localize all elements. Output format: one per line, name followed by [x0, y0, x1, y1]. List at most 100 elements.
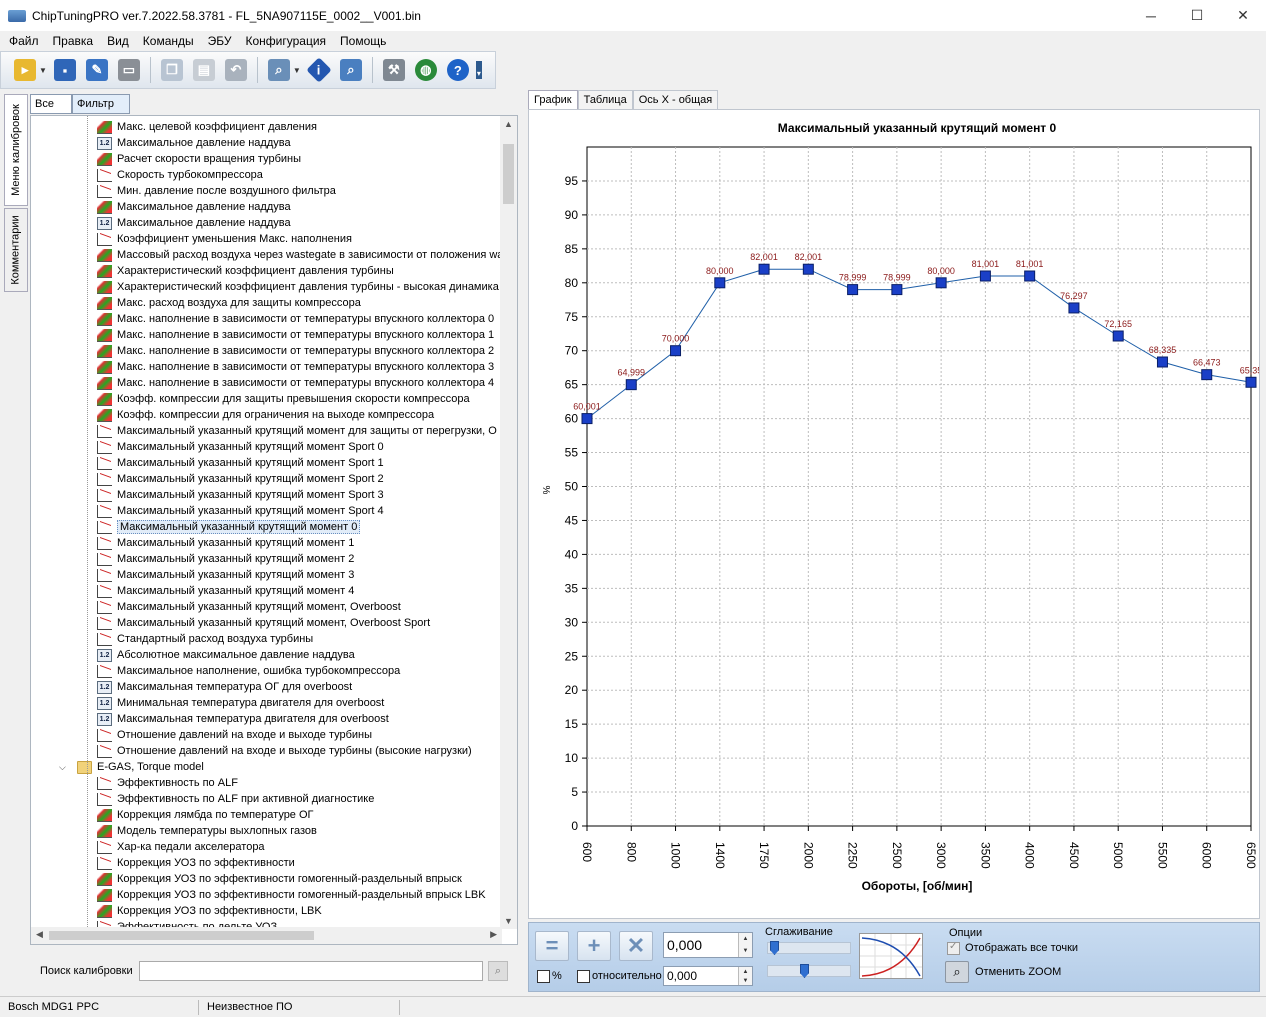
tree-item[interactable]: Максимальный указанный крутящий момент S…	[97, 471, 384, 487]
tree-horizontal-scrollbar[interactable]: ◀ ▶	[31, 927, 502, 944]
collapse-icon[interactable]: ⌵	[59, 762, 66, 773]
tree-item[interactable]: Характеристический коэффициент давления …	[97, 263, 394, 279]
tab-all[interactable]: Все	[30, 94, 72, 114]
tab-calibration-menu[interactable]: Меню калибровок	[4, 94, 28, 206]
tree-item[interactable]: 1.2 Максимальная температура ОГ для overb…	[97, 679, 352, 695]
tree-item[interactable]: Максимальный указанный крутящий момент S…	[97, 503, 384, 519]
tree-item[interactable]: Максимальный указанный крутящий момент 4	[97, 583, 354, 599]
scroll-left-icon[interactable]: ◀	[36, 929, 43, 940]
tree-item[interactable]: Стандартный расход воздуха турбины	[97, 631, 313, 647]
close-button[interactable]: ✕	[1220, 0, 1266, 31]
settings-button[interactable]: ⚒	[380, 56, 408, 84]
chart-tools-button[interactable]: ⌕	[265, 56, 293, 84]
tree-item[interactable]: Макс. расход воздуха для защиты компресс…	[97, 295, 361, 311]
tree-item[interactable]: Модель температуры выхлопных газов	[97, 823, 317, 839]
smoothing-curve-preview[interactable]	[859, 933, 923, 979]
menu-commands[interactable]: Команды	[136, 34, 201, 48]
tree-item[interactable]: Макс. наполнение в зависимости от темпер…	[97, 375, 494, 391]
paste-button[interactable]: ▤	[190, 56, 218, 84]
torque-chart[interactable]: Максимальный указанный крутящий момент 0…	[529, 110, 1262, 918]
tree-item[interactable]: Коэфф. компрессии для ограничения на вых…	[97, 407, 434, 423]
chart-area[interactable]: Максимальный указанный крутящий момент 0…	[528, 109, 1262, 919]
value-spinner[interactable]: 0,000 ▲ ▼	[663, 932, 753, 958]
copy-button[interactable]: ❐	[158, 56, 186, 84]
tree-item[interactable]: Максимальный указанный крутящий момент 2	[97, 551, 354, 567]
tab-graph[interactable]: График	[528, 90, 578, 110]
scroll-down-icon[interactable]: ▼	[504, 916, 513, 926]
maximize-button[interactable]: ☐	[1174, 0, 1220, 31]
tree-item[interactable]: Максимальный указанный крутящий момент S…	[97, 487, 384, 503]
multiply-button[interactable]: ✕	[619, 931, 653, 961]
smoothing-slider[interactable]	[767, 941, 851, 955]
relative-spinner[interactable]: 0,000 ▲ ▼	[663, 966, 753, 986]
toolbar-overflow-icon[interactable]: ▾	[475, 61, 482, 79]
smoothing-strength-slider[interactable]	[767, 964, 851, 978]
save-button[interactable]: ▪	[51, 56, 79, 84]
tree-item[interactable]: Эффективность по ALF	[97, 775, 238, 791]
tree-item[interactable]: Максимальный указанный крутящий момент 0	[97, 519, 361, 535]
search-button[interactable]: ⌕	[488, 961, 508, 981]
scroll-thumb[interactable]	[49, 931, 314, 940]
search-hex-button[interactable]: ⌕	[337, 56, 365, 84]
tree-item[interactable]: Коррекция УОЗ по эффективности гомогенны…	[97, 887, 486, 903]
menu-view[interactable]: Вид	[100, 34, 136, 48]
tree-item[interactable]: Макс. наполнение в зависимости от темпер…	[97, 343, 494, 359]
tree-item[interactable]: Эффективность по ALF при активной диагно…	[97, 791, 374, 807]
tab-comments[interactable]: Комментарии	[4, 208, 28, 292]
show-all-points-checkbox[interactable]: ✓	[947, 941, 960, 955]
minimize-button[interactable]: ─	[1128, 0, 1174, 31]
tree-item[interactable]: Макс. наполнение в зависимости от темпер…	[97, 327, 494, 343]
web-button[interactable]: ◍	[412, 56, 440, 84]
spin-up-icon[interactable]: ▲	[743, 969, 749, 975]
tree-item[interactable]: Расчет скорости вращения турбины	[97, 151, 301, 167]
tree-item[interactable]: Хар-ка педали акселератора	[97, 839, 265, 855]
tree-item[interactable]: 1.2 Максимальная температура двигателя дл…	[97, 711, 389, 727]
tree-item[interactable]: Макс. наполнение в зависимости от темпер…	[97, 359, 494, 375]
tree-item[interactable]: Коэффициент уменьшения Макс. наполнения	[97, 231, 352, 247]
menu-file[interactable]: Файл	[2, 34, 46, 48]
relative-checkbox[interactable]	[577, 970, 590, 983]
help-button[interactable]: ?	[444, 56, 472, 84]
tree-item[interactable]: Макс. наполнение в зависимости от темпер…	[97, 311, 494, 327]
chart-dropdown-icon[interactable]: ▼	[293, 66, 301, 75]
tree-item[interactable]: 1.2 Абсолютное максимальное давление надд…	[97, 647, 355, 663]
slider-knob[interactable]	[770, 941, 779, 955]
search-input[interactable]	[139, 961, 483, 981]
save-as-button[interactable]: ✎	[83, 56, 111, 84]
tree-folder[interactable]: ⌵ E-GAS, Torque model	[59, 759, 204, 775]
tree-item[interactable]: Максимальный указанный крутящий момент, …	[97, 615, 430, 631]
tree-item[interactable]: Максимальный указанный крутящий момент 3	[97, 567, 354, 583]
print-button[interactable]: ▭	[115, 56, 143, 84]
add-button[interactable]: +	[577, 931, 611, 961]
tab-table[interactable]: Таблица	[577, 90, 633, 110]
scroll-right-icon[interactable]: ▶	[490, 929, 497, 940]
undo-button[interactable]: ↶	[222, 56, 250, 84]
spin-down-icon[interactable]: ▼	[743, 978, 749, 984]
tree-item[interactable]: 1.2 Максимальное давление наддува	[97, 135, 291, 151]
spin-up-icon[interactable]: ▲	[743, 936, 749, 942]
tree-item[interactable]: Характеристический коэффициент давления …	[97, 279, 499, 295]
equal-button[interactable]: =	[535, 931, 569, 961]
cancel-zoom-label[interactable]: Отменить ZOOM	[975, 966, 1061, 978]
tree-item[interactable]: Максимальный указанный крутящий момент 1	[97, 535, 354, 551]
tree-item[interactable]: Отношение давлений на входе и выходе тур…	[97, 727, 372, 743]
tree-item[interactable]: Макс. целевой коэффициент давления	[97, 119, 317, 135]
tab-axis-x[interactable]: Ось X - общая	[632, 90, 719, 110]
tree-item[interactable]: Максимальный указанный крутящий момент д…	[97, 423, 497, 439]
tree-item[interactable]: 1.2 Максимальное давление наддува	[97, 215, 291, 231]
tree-item[interactable]: Максимальное давление наддува	[97, 199, 291, 215]
spin-down-icon[interactable]: ▼	[743, 948, 749, 954]
info-button[interactable]: i	[305, 56, 333, 84]
percent-checkbox[interactable]	[537, 970, 550, 983]
tree-item[interactable]: Коррекция УОЗ по эффективности	[97, 855, 295, 871]
tree-vertical-scrollbar[interactable]: ▲ ▼	[500, 116, 517, 929]
tree-item[interactable]: Скорость турбокомпрессора	[97, 167, 263, 183]
tree-item[interactable]: Коррекция УОЗ по эффективности, LBK	[97, 903, 322, 919]
tree-item[interactable]: 1.2 Минимальная температура двигателя для…	[97, 695, 384, 711]
tree-item[interactable]: Максимальный указанный крутящий момент, …	[97, 599, 401, 615]
menu-edit[interactable]: Правка	[46, 34, 101, 48]
tree-item[interactable]: Максимальный указанный крутящий момент S…	[97, 455, 384, 471]
tree-item[interactable]: Максимальное наполнение, ошибка турбоком…	[97, 663, 400, 679]
tab-filter[interactable]: Фильтр	[72, 94, 130, 114]
scroll-up-icon[interactable]: ▲	[504, 119, 513, 129]
